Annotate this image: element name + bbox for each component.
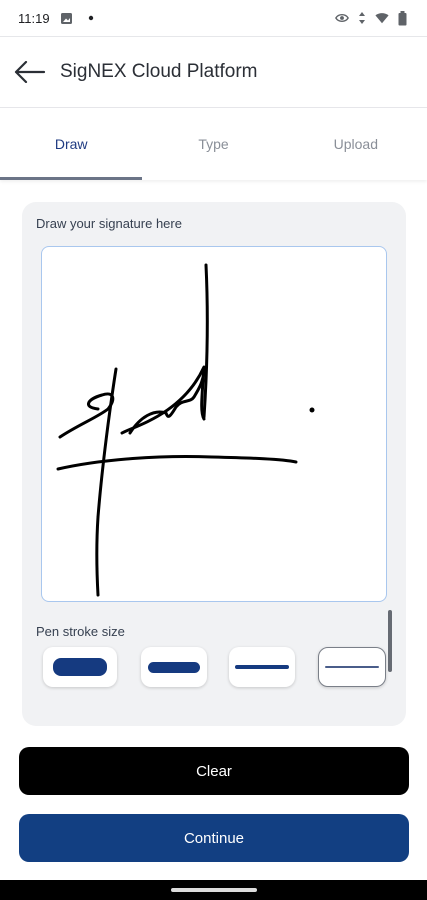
pen-stroke-options bbox=[41, 647, 387, 691]
home-gesture-handle[interactable] bbox=[171, 888, 257, 892]
signature-card: Draw your signature here Pen stroke size bbox=[22, 202, 406, 726]
tab-type[interactable]: Type bbox=[142, 108, 284, 180]
image-icon bbox=[60, 11, 74, 25]
stroke-size-thin-button[interactable] bbox=[318, 647, 386, 687]
app-bar: SigNEX Cloud Platform bbox=[0, 36, 427, 108]
status-bar: 11:19 bbox=[0, 0, 427, 36]
signature-drawing bbox=[56, 263, 315, 597]
app-title: SigNEX Cloud Platform bbox=[60, 61, 258, 82]
stroke-size-thickest-button[interactable] bbox=[43, 647, 117, 687]
stroke-sample-thickest bbox=[53, 658, 107, 676]
status-right bbox=[335, 10, 409, 25]
battery-icon bbox=[395, 10, 409, 25]
continue-button[interactable]: Continue bbox=[19, 814, 409, 862]
eye-icon bbox=[335, 11, 349, 25]
stroke-sample-thin bbox=[325, 666, 379, 668]
stroke-sample-medium bbox=[235, 665, 289, 669]
clear-button[interactable]: Clear bbox=[19, 747, 409, 795]
tab-bar: Draw Type Upload bbox=[0, 108, 427, 180]
back-arrow-icon bbox=[14, 61, 46, 83]
tab-draw[interactable]: Draw bbox=[0, 108, 143, 180]
tab-upload[interactable]: Upload bbox=[285, 108, 427, 180]
system-nav-bar bbox=[0, 880, 427, 900]
stroke-sample-thick bbox=[148, 661, 200, 673]
signature-canvas[interactable] bbox=[41, 246, 387, 602]
signature-label: Draw your signature here bbox=[36, 216, 182, 231]
status-time: 11:19 bbox=[18, 10, 50, 26]
stroke-size-thick-button[interactable] bbox=[141, 647, 207, 687]
pen-stroke-label: Pen stroke size bbox=[36, 624, 125, 639]
dot-icon bbox=[84, 11, 98, 25]
scrollbar[interactable] bbox=[388, 610, 392, 672]
status-left: 11:19 bbox=[18, 11, 98, 26]
data-arrows-icon bbox=[355, 11, 369, 25]
back-button[interactable] bbox=[12, 54, 48, 90]
stroke-size-medium-button[interactable] bbox=[229, 647, 295, 687]
wifi-icon bbox=[375, 11, 389, 25]
